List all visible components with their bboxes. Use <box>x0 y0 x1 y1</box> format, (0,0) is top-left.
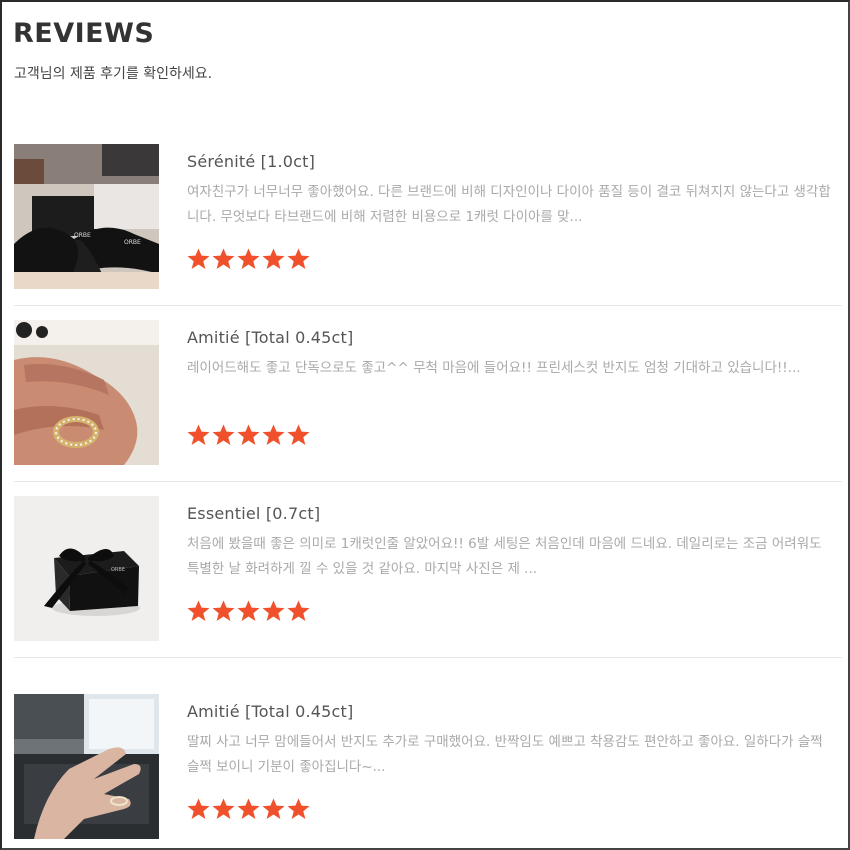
star-icon <box>262 248 285 270</box>
star-icon <box>187 798 210 820</box>
review-text: 여자친구가 너무너무 좋아했어요. 다른 브랜드에 비해 디자인이나 다이아 품… <box>187 184 831 225</box>
review-product-name[interactable]: Essentiel [0.7ct] <box>187 504 320 523</box>
review-photo[interactable] <box>14 320 159 465</box>
star-rating <box>187 248 310 270</box>
star-icon <box>237 248 260 270</box>
svg-text:ORBE: ORBE <box>124 239 141 246</box>
star-icon <box>237 424 260 446</box>
review-product-name[interactable]: Sérénité [1.0ct] <box>187 152 315 171</box>
gift-box-photo-icon: ORBE <box>14 496 159 641</box>
review-photo[interactable]: ORBE <box>14 496 159 641</box>
review-text: 딸찌 사고 너무 맘에들어서 반지도 추가로 구매했어요. 반짝임도 예쁘고 착… <box>187 734 823 775</box>
review-product-name[interactable]: Amitié [Total 0.45ct] <box>187 328 353 347</box>
star-rating <box>187 798 310 820</box>
star-icon <box>212 600 235 622</box>
ring-box-photo-icon: ORBE ORBE <box>14 144 159 289</box>
hand-laptop-photo-icon <box>14 694 159 839</box>
star-icon <box>262 424 285 446</box>
star-icon <box>237 600 260 622</box>
review-product-name[interactable]: Amitié [Total 0.45ct] <box>187 702 353 721</box>
star-icon <box>212 798 235 820</box>
page-title: REVIEWS <box>13 18 155 49</box>
review-text: 처음에 봤을때 좋은 의미로 1캐럿인줄 알았어요!! 6발 세팅은 처음인데 … <box>187 536 822 577</box>
star-icon <box>287 600 310 622</box>
review-item[interactable]: ORBE Essentiel [0.7ct] 처음에 봤을때 좋은 의미로 1캐… <box>14 496 842 658</box>
star-icon <box>262 600 285 622</box>
star-icon <box>187 600 210 622</box>
svg-text:ORBE: ORBE <box>111 567 125 573</box>
review-item[interactable]: ORBE ORBE Sérénité [1.0ct] 여자친구가 너무너무 좋아… <box>14 144 842 306</box>
star-icon <box>212 424 235 446</box>
star-icon <box>187 424 210 446</box>
review-item[interactable]: Amitié [Total 0.45ct] 레이어드해도 좋고 단독으로도 좋고… <box>14 320 842 482</box>
star-icon <box>287 424 310 446</box>
review-photo[interactable]: ORBE ORBE <box>14 144 159 289</box>
star-icon <box>287 248 310 270</box>
star-icon <box>212 248 235 270</box>
review-text: 레이어드해도 좋고 단독으로도 좋고^^ 무척 마음에 들어요!! 프린세스컷 … <box>187 360 801 376</box>
star-icon <box>237 798 260 820</box>
star-icon <box>262 798 285 820</box>
review-item[interactable]: Amitié [Total 0.45ct] 딸찌 사고 너무 맘에들어서 반지도… <box>14 694 840 840</box>
star-rating <box>187 424 310 446</box>
star-rating <box>187 600 310 622</box>
star-icon <box>287 798 310 820</box>
reviews-panel: REVIEWS 고객님의 제품 후기를 확인하세요. ORBE ORBE Sér… <box>0 0 850 850</box>
svg-text:ORBE: ORBE <box>74 232 91 239</box>
page-subtitle: 고객님의 제품 후기를 확인하세요. <box>14 66 213 82</box>
review-photo[interactable] <box>14 694 159 839</box>
hand-ring-photo-icon <box>14 320 159 465</box>
star-icon <box>187 248 210 270</box>
